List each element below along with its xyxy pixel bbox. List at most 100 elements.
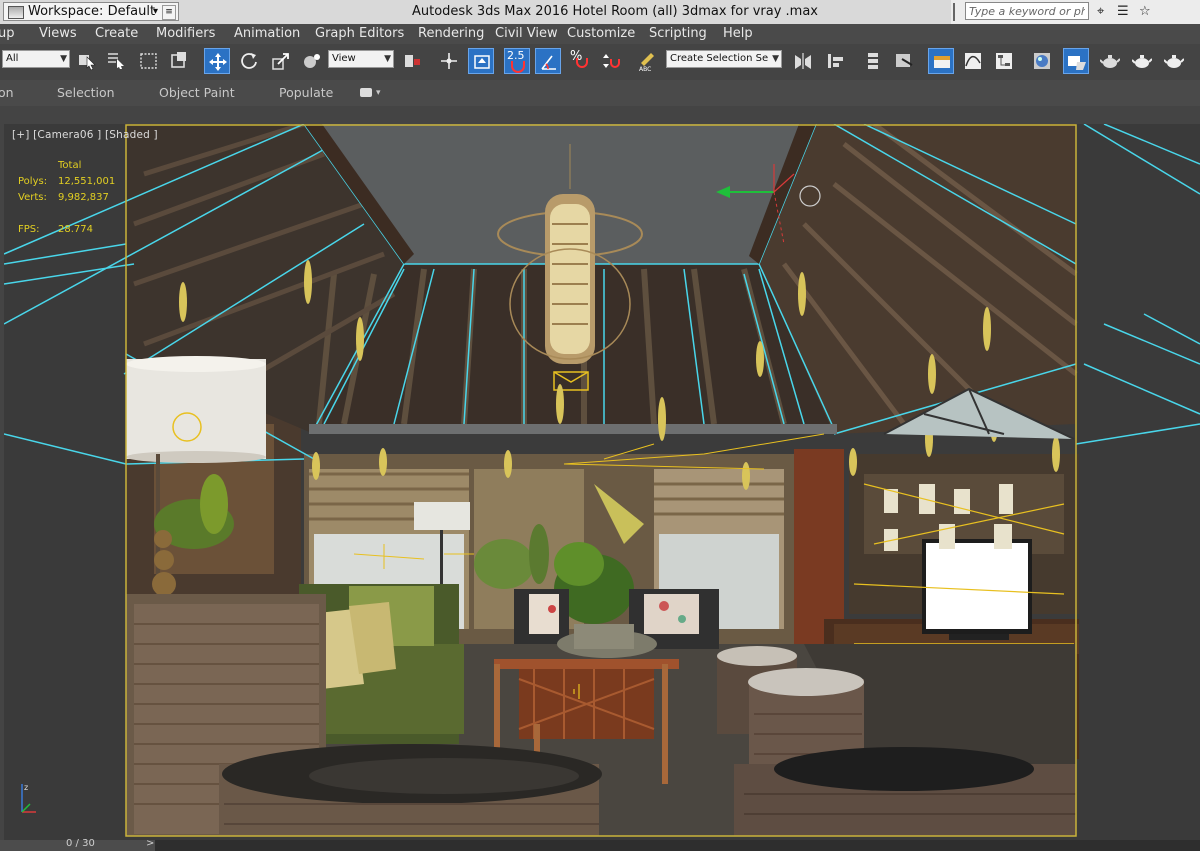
bookmark-icon[interactable]: ☰ (1117, 4, 1129, 19)
schematic-view-button[interactable] (991, 48, 1017, 74)
mirror-button[interactable] (790, 48, 816, 74)
select-and-rotate-button[interactable] (236, 48, 262, 74)
percent-snap-button[interactable]: % (567, 48, 593, 74)
rendered-frame-window-button[interactable] (1097, 48, 1123, 74)
workspace-selector[interactable]: Workspace: Default ▾ ≡ (3, 2, 179, 21)
select-and-move-button[interactable] (204, 48, 230, 74)
ribbon-options-icon[interactable] (360, 88, 372, 97)
select-by-name-button[interactable] (103, 48, 129, 74)
viewport-label[interactable]: [+] [Camera06 ] [Shaded ] (12, 129, 158, 141)
align-button[interactable] (822, 48, 848, 74)
menu-item-civil-view[interactable]: Civil View (495, 24, 558, 44)
rectangular-selection-button[interactable] (136, 48, 162, 74)
title-bar: Workspace: Default ▾ ≡ Autodesk 3ds Max … (0, 0, 1200, 24)
render-iterative-button[interactable] (1161, 48, 1187, 74)
keyboard-shortcut-override-button[interactable] (468, 48, 494, 74)
schematic-view-icon (996, 53, 1012, 69)
selection-filter-dropdown[interactable]: All ▼ (2, 50, 70, 68)
window-crossing-icon (171, 52, 186, 68)
fps-value: 28.774 (58, 224, 93, 235)
named-selection-set-dropdown[interactable]: Create Selection Se ▼ (666, 50, 782, 68)
menu-item-help[interactable]: Help (723, 24, 753, 44)
menu-item-rendering[interactable]: Rendering (418, 24, 484, 44)
workspace-menu-icon[interactable]: ≡ (162, 5, 176, 20)
main-toolbar: All ▼ View ▼ 2.5 % ABC Create Selection … (0, 44, 1200, 81)
time-slider[interactable]: 0 / 30 > (0, 838, 1200, 851)
curve-editor-button[interactable] (960, 48, 986, 74)
next-frame-icon[interactable]: > (146, 838, 154, 849)
ribbon-tab-freeform[interactable]: on (0, 80, 14, 106)
teapot-icon (1164, 55, 1184, 68)
render-setup-icon (1068, 56, 1086, 70)
svg-text:z: z (24, 783, 28, 792)
menu-item-views[interactable]: Views (39, 24, 77, 44)
teapot-icon (1132, 55, 1152, 68)
move-icon (209, 53, 227, 71)
mirror-icon (795, 53, 811, 69)
selection-filter-value: All (6, 53, 19, 64)
spinner-snap-button[interactable] (598, 48, 624, 74)
spinner-snap-icon (603, 54, 620, 68)
verts-label: Verts: (18, 192, 47, 203)
magnet-icon (576, 58, 588, 68)
select-and-scale-button[interactable] (268, 48, 294, 74)
toggle-scene-explorer-button[interactable] (891, 48, 917, 74)
reference-coordinate-dropdown[interactable]: View ▼ (328, 50, 394, 68)
ribbon-tab-populate[interactable]: Populate (279, 80, 333, 106)
ribbon-tab-selection[interactable]: Selection (57, 80, 115, 106)
search-input[interactable] (965, 2, 1089, 20)
layer-manager-button[interactable] (860, 48, 886, 74)
place-icon (304, 54, 320, 68)
polys-label: Polys: (18, 176, 48, 187)
menu-item-graph-editors[interactable]: Graph Editors (315, 24, 404, 44)
pencil-abc-icon: ABC (639, 53, 654, 71)
menu-item-scripting[interactable]: Scripting (649, 24, 707, 44)
material-editor-icon (1034, 53, 1050, 69)
toggle-ribbon-button[interactable] (928, 48, 954, 74)
select-object-button[interactable] (74, 48, 100, 74)
camera-viewport[interactable]: [+] [Camera06 ] [Shaded ] Total Polys: 12… (4, 124, 1200, 840)
binoculars-icon[interactable]: ⌖ (1097, 4, 1104, 19)
front-ottoman (219, 744, 602, 836)
chevron-down-icon: ▼ (384, 54, 391, 64)
ribbon-tab-object-paint[interactable]: Object Paint (159, 80, 235, 106)
chevron-down-icon[interactable]: ▾ (376, 80, 381, 106)
menu-bar: up Views Create Modifiers Animation Grap… (0, 24, 1200, 44)
chevron-down-icon: ▼ (60, 54, 67, 64)
axis-tripod-icon: z (21, 783, 36, 813)
ribbon-icon (934, 56, 950, 68)
frame-counter: 0 / 30 (66, 838, 95, 849)
magnet-icon (511, 61, 525, 73)
align-icon (828, 54, 843, 68)
modeling-ribbon: on Selection Object Paint Populate ▾ (0, 80, 1200, 106)
named-selection-set-placeholder: Create Selection Se (670, 53, 769, 64)
workspace-label: Workspace: Default (28, 4, 156, 19)
snaps-toggle-button[interactable]: 2.5 (504, 48, 530, 74)
render-setup-button[interactable] (1063, 48, 1089, 74)
communication-center-icon[interactable]: ☆ (1139, 4, 1151, 19)
menu-item-group[interactable]: up (0, 24, 15, 44)
window-crossing-button[interactable] (166, 48, 192, 74)
menu-item-create[interactable]: Create (95, 24, 138, 44)
menu-item-modifiers[interactable]: Modifiers (156, 24, 215, 44)
curve-editor-icon (965, 53, 981, 69)
search-divider-icon (953, 3, 965, 21)
angle-snap-icon (541, 55, 556, 70)
reference-coordinate-value: View (332, 53, 356, 64)
stats-header: Total (58, 160, 82, 171)
rotate-icon (241, 53, 257, 69)
pivot-center-icon (405, 55, 420, 67)
edit-named-selection-button[interactable]: ABC (634, 48, 660, 74)
select-and-place-button[interactable] (299, 48, 325, 74)
material-editor-button[interactable] (1029, 48, 1055, 74)
menu-item-animation[interactable]: Animation (234, 24, 300, 44)
angle-snap-button[interactable] (535, 48, 561, 74)
statistics-overlay: Total Polys: 12,551,001 Verts: 9,982,837 F… (18, 158, 115, 238)
pivot-point-button[interactable] (400, 48, 426, 74)
menu-item-customize[interactable]: Customize (567, 24, 635, 44)
scene-render (4, 124, 1200, 840)
select-manipulate-button[interactable] (436, 48, 462, 74)
render-production-button[interactable] (1129, 48, 1155, 74)
chevron-down-icon: ▾ (152, 6, 158, 17)
manipulate-icon (441, 53, 457, 69)
